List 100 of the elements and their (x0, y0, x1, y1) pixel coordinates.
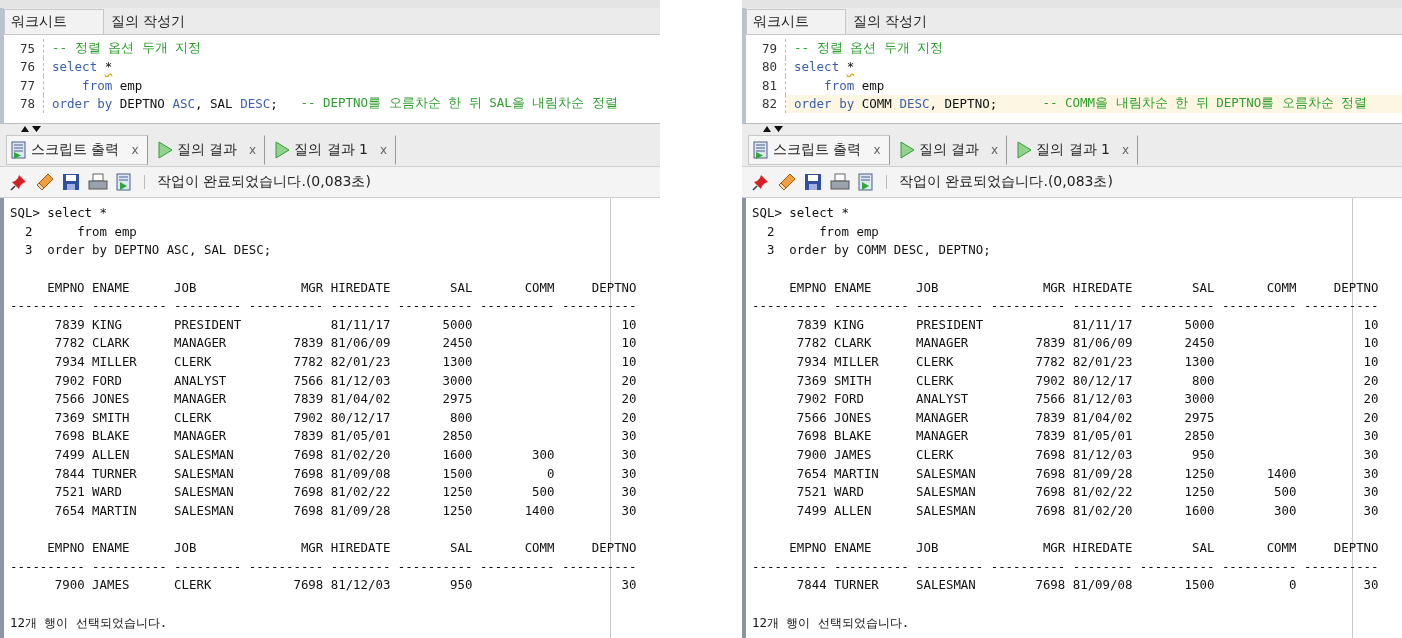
splitter-arrows-icon[interactable] (762, 125, 784, 133)
sql-echo-line: 3 order by COMM DESC, DEPTNO; (765, 241, 991, 260)
table-cell-text: 5000 (441, 315, 473, 334)
column-header: EMPNO (46, 539, 85, 558)
pin-icon[interactable] (10, 173, 28, 191)
splitter-arrows-icon[interactable] (20, 125, 42, 133)
table-cell-text: SALESMAN (174, 501, 235, 520)
table-cell-text: 2450 (1183, 334, 1215, 353)
output-tab[interactable]: 스크립트 출력 x (748, 135, 890, 165)
table-cell-text: 10 (1362, 334, 1379, 353)
table-cell-text: 7902 (795, 390, 827, 409)
table-cell-text: 7782 (1034, 352, 1066, 371)
tab-label: 스크립트 출력 (31, 141, 120, 159)
table-cell-text: 7369 (53, 408, 85, 427)
print-icon[interactable] (830, 173, 850, 191)
line-number: 76 (4, 57, 44, 76)
table-cell-text: 7654 (795, 464, 827, 483)
table-cell-text: 1250 (1183, 483, 1215, 502)
table-cell-text: 20 (620, 390, 637, 409)
table-cell-text: 7566 (292, 371, 324, 390)
column-header: JOB (174, 539, 198, 558)
column-rule: ---------- (479, 557, 555, 576)
table-cell-text: 20 (620, 408, 637, 427)
output-tab[interactable]: 질의 결과 1 x (1011, 135, 1139, 165)
table-cell-text: 7839 (795, 315, 827, 334)
eraser-icon[interactable] (36, 173, 54, 191)
table-cell-text: 10 (620, 334, 637, 353)
column-rule: ---------- (248, 297, 324, 316)
table-cell: 81/06/09 (330, 334, 391, 353)
column-rule: ---------- (752, 297, 827, 316)
pin-icon[interactable] (752, 173, 770, 191)
output-tab[interactable]: 질의 결과 x (893, 135, 1008, 165)
column-rule: --------- (174, 557, 242, 576)
table-cell-text: 7839 (1034, 334, 1066, 353)
sql-echo-line: SQL> select * (10, 204, 107, 222)
print-icon[interactable] (88, 173, 108, 191)
table-cell-text: 7839 (1034, 427, 1066, 446)
table-cell-text: 2850 (441, 427, 473, 446)
table-cell-text: TURNER (92, 464, 138, 483)
table-cell-text: 7839 (292, 334, 324, 353)
eraser-icon[interactable] (778, 173, 796, 191)
column-rule: --------- (174, 297, 242, 316)
table-cell-text: 81/02/20 (330, 445, 391, 464)
table-cell-text: 500 (531, 483, 555, 502)
table-cell-text: 0 (1288, 576, 1297, 595)
save-icon[interactable] (62, 173, 80, 191)
column-header: COMM (523, 278, 555, 297)
column-header: MGR (299, 539, 324, 558)
status-message: 작업이 완료되었습니다.(0,083초) (157, 173, 371, 191)
save-icon[interactable] (804, 173, 822, 191)
play-icon (898, 141, 915, 159)
close-icon[interactable]: x (991, 143, 999, 157)
table-cell-text: 20 (1362, 371, 1379, 390)
table-cell-text: 7839 (292, 390, 324, 409)
table-cell: 81/05/01 (1072, 427, 1133, 446)
column-header: MGR (299, 278, 324, 297)
editor-tab[interactable]: 워크시트 (746, 9, 846, 34)
close-icon[interactable]: x (1121, 143, 1130, 157)
column-rule: ---------- (990, 297, 1066, 316)
table-cell-text: 7934 (53, 352, 85, 371)
table-cell-text: 7698 (795, 427, 827, 446)
table-cell-text: 2975 (441, 390, 473, 409)
column-rule: --------- (916, 297, 984, 316)
close-icon[interactable]: x (379, 143, 388, 157)
editor-tab[interactable]: 질의 작성기 (104, 9, 201, 34)
output-tab[interactable]: 스크립트 출력 x (6, 135, 148, 165)
output-tab[interactable]: 질의 결과 x (151, 135, 266, 165)
table-cell-text: FORD (92, 371, 123, 390)
status-message: 작업이 완료되었습니다.(0,083초) (899, 173, 1113, 191)
column-rule: ---------- (752, 557, 827, 576)
script-output-icon (753, 141, 769, 159)
table-cell-text: 7521 (53, 483, 85, 502)
table-cell-text: 30 (620, 501, 637, 520)
table-cell-text: 1600 (1183, 501, 1215, 520)
table-cell-text: 7902 (292, 408, 324, 427)
run-script-icon[interactable] (858, 173, 874, 191)
table-cell-text: 7900 (795, 445, 827, 464)
column-rule: ---------- (1303, 557, 1379, 576)
column-rule: -------- (1072, 297, 1133, 316)
run-script-icon[interactable] (116, 173, 132, 191)
close-icon[interactable]: x (131, 143, 139, 157)
table-cell-text: MANAGER (916, 334, 970, 353)
close-icon[interactable]: x (873, 143, 881, 157)
editor-tab[interactable]: 워크시트 (4, 9, 104, 34)
table-cell-text: 3000 (441, 371, 473, 390)
output-tab[interactable]: 질의 결과 1 x (269, 135, 397, 165)
close-icon[interactable]: x (249, 143, 257, 157)
table-cell-text: SALESMAN (916, 483, 977, 502)
code-line: select * (793, 58, 856, 76)
table-cell-text: 7698 (1034, 464, 1066, 483)
table-cell-text: CLERK (916, 352, 955, 371)
table-cell-text: BLAKE (834, 427, 873, 446)
table-cell-text: MANAGER (916, 427, 970, 446)
editor-tab[interactable]: 질의 작성기 (846, 9, 943, 34)
table-cell-text: SALESMAN (916, 501, 977, 520)
column-header: JOB (174, 278, 198, 297)
line-number: 81 (746, 76, 786, 95)
column-rule: ---------- (1139, 557, 1215, 576)
table-cell-text: MILLER (834, 352, 880, 371)
table-cell-text: 30 (620, 464, 637, 483)
